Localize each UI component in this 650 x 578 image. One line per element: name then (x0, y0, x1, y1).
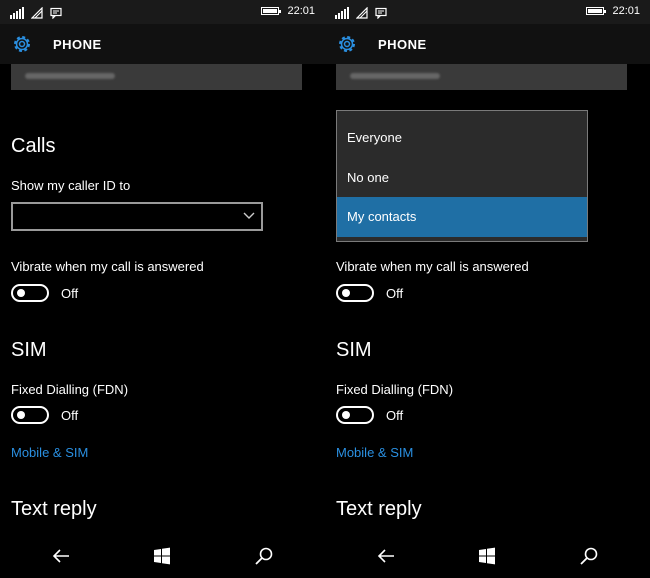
back-arrow-icon[interactable] (51, 546, 71, 566)
text-reply-section-title: Text reply (336, 498, 422, 520)
vibrate-toggle[interactable] (336, 284, 374, 302)
phone-screen-left: 22:01 PHONE Calls Show my caller ID to V… (0, 0, 325, 578)
search-icon[interactable] (579, 546, 599, 566)
wifi-signal-icon (31, 7, 43, 19)
dropdown-option-no-one[interactable]: No one (337, 158, 587, 198)
caller-id-dropdown: Everyone No one My contacts (336, 110, 588, 242)
vibrate-toggle[interactable] (11, 284, 49, 302)
navigation-bar (0, 533, 325, 578)
mobile-sim-link[interactable]: Mobile & SIM (336, 445, 413, 460)
fdn-label: Fixed Dialling (FDN) (336, 382, 454, 397)
app-title: PHONE (53, 37, 102, 52)
dropdown-option-everyone[interactable]: Everyone (337, 118, 587, 158)
gear-icon[interactable] (11, 33, 33, 55)
blurred-phone-number (11, 64, 302, 90)
status-bar: 22:01 (0, 0, 325, 24)
battery-icon (586, 7, 606, 15)
fdn-toggle[interactable] (11, 406, 49, 424)
vibrate-label: Vibrate when my call is answered (11, 259, 204, 274)
text-reply-section-title: Text reply (11, 498, 97, 520)
blurred-phone-number (336, 64, 627, 90)
vibrate-state: Off (386, 286, 404, 301)
clock: 22:01 (287, 5, 315, 17)
windows-start-icon[interactable] (152, 546, 172, 566)
fdn-label: Fixed Dialling (FDN) (11, 382, 129, 397)
search-icon[interactable] (254, 546, 274, 566)
mobile-sim-link[interactable]: Mobile & SIM (11, 445, 88, 460)
fdn-state: Off (386, 408, 404, 423)
navigation-bar (325, 533, 650, 578)
windows-start-icon[interactable] (477, 546, 497, 566)
message-icon (50, 7, 62, 19)
signal-icon (10, 7, 24, 19)
caller-id-select[interactable] (11, 202, 263, 231)
signal-icon (335, 7, 349, 19)
app-header: PHONE (0, 24, 325, 64)
caller-id-label: Show my caller ID to (11, 178, 131, 193)
fdn-state: Off (61, 408, 79, 423)
back-arrow-icon[interactable] (376, 546, 396, 566)
vibrate-label: Vibrate when my call is answered (336, 259, 529, 274)
chevron-down-icon (243, 212, 255, 219)
app-title: PHONE (378, 37, 427, 52)
dropdown-option-my-contacts[interactable]: My contacts (337, 197, 587, 237)
battery-icon (261, 7, 281, 15)
status-bar: 22:01 (325, 0, 650, 24)
sim-section-title: SIM (336, 339, 372, 361)
gear-icon[interactable] (336, 33, 358, 55)
message-icon (375, 7, 387, 19)
wifi-signal-icon (356, 7, 368, 19)
phone-screen-right: 22:01 PHONE Everyone No one My contacts … (325, 0, 650, 578)
fdn-toggle[interactable] (336, 406, 374, 424)
clock: 22:01 (612, 5, 640, 17)
calls-section-title: Calls (11, 135, 56, 157)
sim-section-title: SIM (11, 339, 47, 361)
vibrate-state: Off (61, 286, 79, 301)
app-header: PHONE (325, 24, 650, 64)
